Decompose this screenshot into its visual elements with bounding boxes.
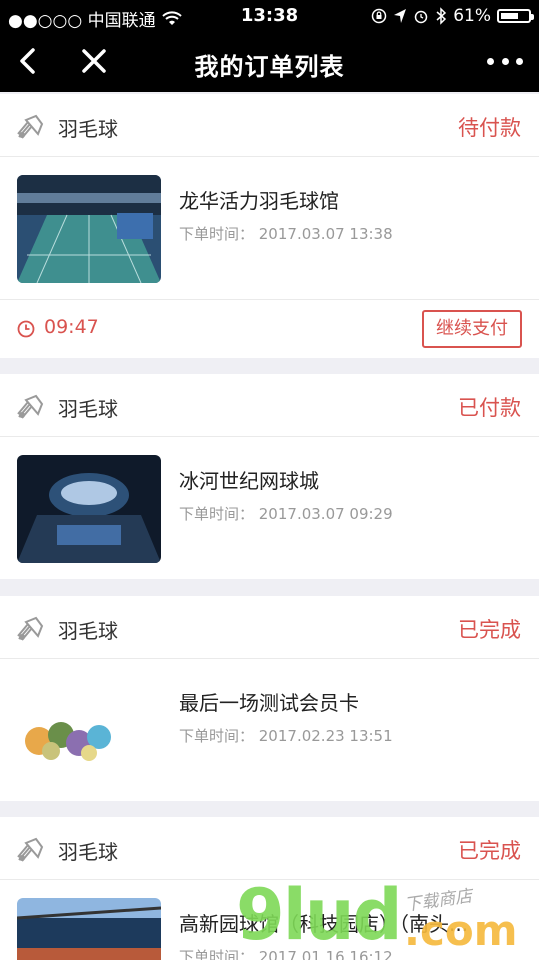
order-card-header: 羽毛球 已付款 [0, 374, 539, 437]
order-detail[interactable]: 冰河世纪网球城 下单时间： 2017.03.07 09:29 [0, 437, 539, 579]
nav-bar: 我的订单列表 [0, 32, 539, 92]
order-card: 羽毛球 已完成 最后一场测试会员卡 下单时间： 2017.02.23 13:51 [0, 596, 539, 801]
category-label: 羽毛球 [58, 117, 118, 141]
order-footer: 09:47 继续支付 [0, 299, 539, 358]
venue-name: 龙华活力羽毛球馆 [179, 189, 339, 213]
alarm-icon [414, 10, 428, 24]
venue-name: 冰河世纪网球城 [179, 469, 319, 493]
membership-card-thumbnail [17, 677, 161, 785]
shuttlecock-icon [17, 616, 44, 641]
category-label: 羽毛球 [58, 840, 118, 864]
venue-name: 最后一场测试会员卡 [179, 691, 359, 715]
battery-icon [497, 9, 534, 23]
order-card: 羽毛球 待付款 龙华活力羽毛球馆 下单时间： 2017.03.07 13:38 … [0, 94, 539, 358]
order-card-header: 羽毛球 待付款 [0, 94, 539, 157]
shuttlecock-icon [17, 114, 44, 139]
order-status: 已完成 [458, 618, 521, 642]
category-label: 羽毛球 [58, 397, 118, 421]
venue-thumbnail [17, 175, 161, 283]
battery-percent: 61% [453, 6, 491, 26]
order-time: 下单时间： 2017.03.07 09:29 [179, 505, 393, 523]
shuttlecock-icon [17, 837, 44, 862]
order-time: 下单时间： 2017.01.16 16:12 [179, 948, 393, 960]
order-card: 羽毛球 已完成 高新园球馆（科技园店）（南头... 下单时间： 2017.01.… [0, 817, 539, 960]
venue-thumbnail [17, 898, 161, 960]
bluetooth-icon [436, 7, 447, 25]
category-label: 羽毛球 [58, 619, 118, 643]
location-icon [394, 9, 407, 23]
order-detail[interactable]: 高新园球馆（科技园店）（南头... 下单时间： 2017.01.16 16:12 [0, 880, 539, 960]
clock-icon [17, 320, 35, 338]
order-time: 下单时间： 2017.02.23 13:51 [179, 727, 393, 745]
order-detail[interactable]: 最后一场测试会员卡 下单时间： 2017.02.23 13:51 [0, 659, 539, 801]
orientation-lock-icon [371, 8, 387, 24]
order-card: 羽毛球 已付款 冰河世纪网球城 下单时间： 2017.03.07 09:29 [0, 374, 539, 579]
order-time: 下单时间： 2017.03.07 13:38 [179, 225, 393, 243]
order-status: 待付款 [458, 116, 521, 140]
order-card-header: 羽毛球 已完成 [0, 817, 539, 880]
order-status: 已付款 [458, 396, 521, 420]
order-card-header: 羽毛球 已完成 [0, 596, 539, 659]
page-title: 我的订单列表 [194, 53, 345, 81]
order-detail[interactable]: 龙华活力羽毛球馆 下单时间： 2017.03.07 13:38 [0, 157, 539, 299]
shuttlecock-icon [17, 394, 44, 419]
continue-payment-button[interactable]: 继续支付 [422, 310, 522, 348]
venue-thumbnail [17, 455, 161, 563]
status-bar: ●●○○○ 中国联通 13:38 61% [0, 0, 539, 32]
payment-countdown: 09:47 [44, 316, 99, 338]
venue-name: 高新园球馆（科技园店）（南头... [179, 912, 469, 936]
more-dots-icon[interactable] [487, 52, 523, 70]
order-status: 已完成 [458, 839, 521, 863]
